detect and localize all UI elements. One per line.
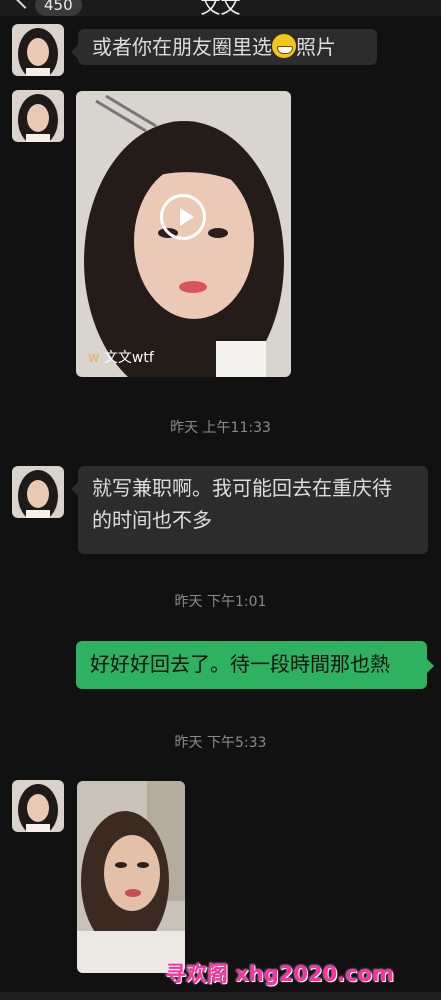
message-bubble[interactable]: 或者你在朋友圈里选 照片 — [71, 29, 377, 65]
image-message[interactable] — [77, 781, 185, 973]
photo-thumbnail — [77, 781, 185, 973]
timestamp: 昨天 下午1:01 — [174, 594, 267, 610]
bottom-bar — [0, 992, 441, 1000]
avatar[interactable] — [12, 780, 64, 832]
chat-title: 文文 — [200, 0, 241, 18]
author-logo-icon: ᴡ — [88, 350, 100, 366]
message-bubble[interactable]: 就写兼职啊。我可能回去在重庆待 的时间也不多 — [71, 466, 428, 554]
video-author: ᴡ 文文wtf — [88, 347, 154, 367]
watermark-text: 寻欢阁 xhg2020.com — [165, 962, 395, 986]
message-bubble[interactable]: 好好好回去了。待一段時間那也熱 — [76, 641, 434, 689]
avatar[interactable] — [12, 24, 64, 76]
message-text: 或者你在朋友圈里选 — [92, 35, 272, 59]
video-message[interactable]: ᴡ 文文wtf — [76, 91, 291, 377]
timestamp: 昨天 上午11:33 — [170, 420, 271, 436]
play-icon[interactable] — [160, 194, 206, 240]
video-author-name: 文文wtf — [103, 350, 154, 366]
chat-header: 450 文文 — [0, 0, 441, 18]
grin-emoji-icon — [272, 34, 296, 58]
message-text: 照片 — [296, 35, 336, 59]
message-text: 好好好回去了。待一段時間那也熱 — [90, 652, 390, 676]
message-text: 的时间也不多 — [92, 508, 212, 532]
message-text: 就写兼职啊。我可能回去在重庆待 — [92, 476, 392, 500]
avatar[interactable] — [12, 466, 64, 518]
timestamp: 昨天 下午5:33 — [174, 735, 267, 751]
avatar[interactable] — [12, 90, 64, 142]
